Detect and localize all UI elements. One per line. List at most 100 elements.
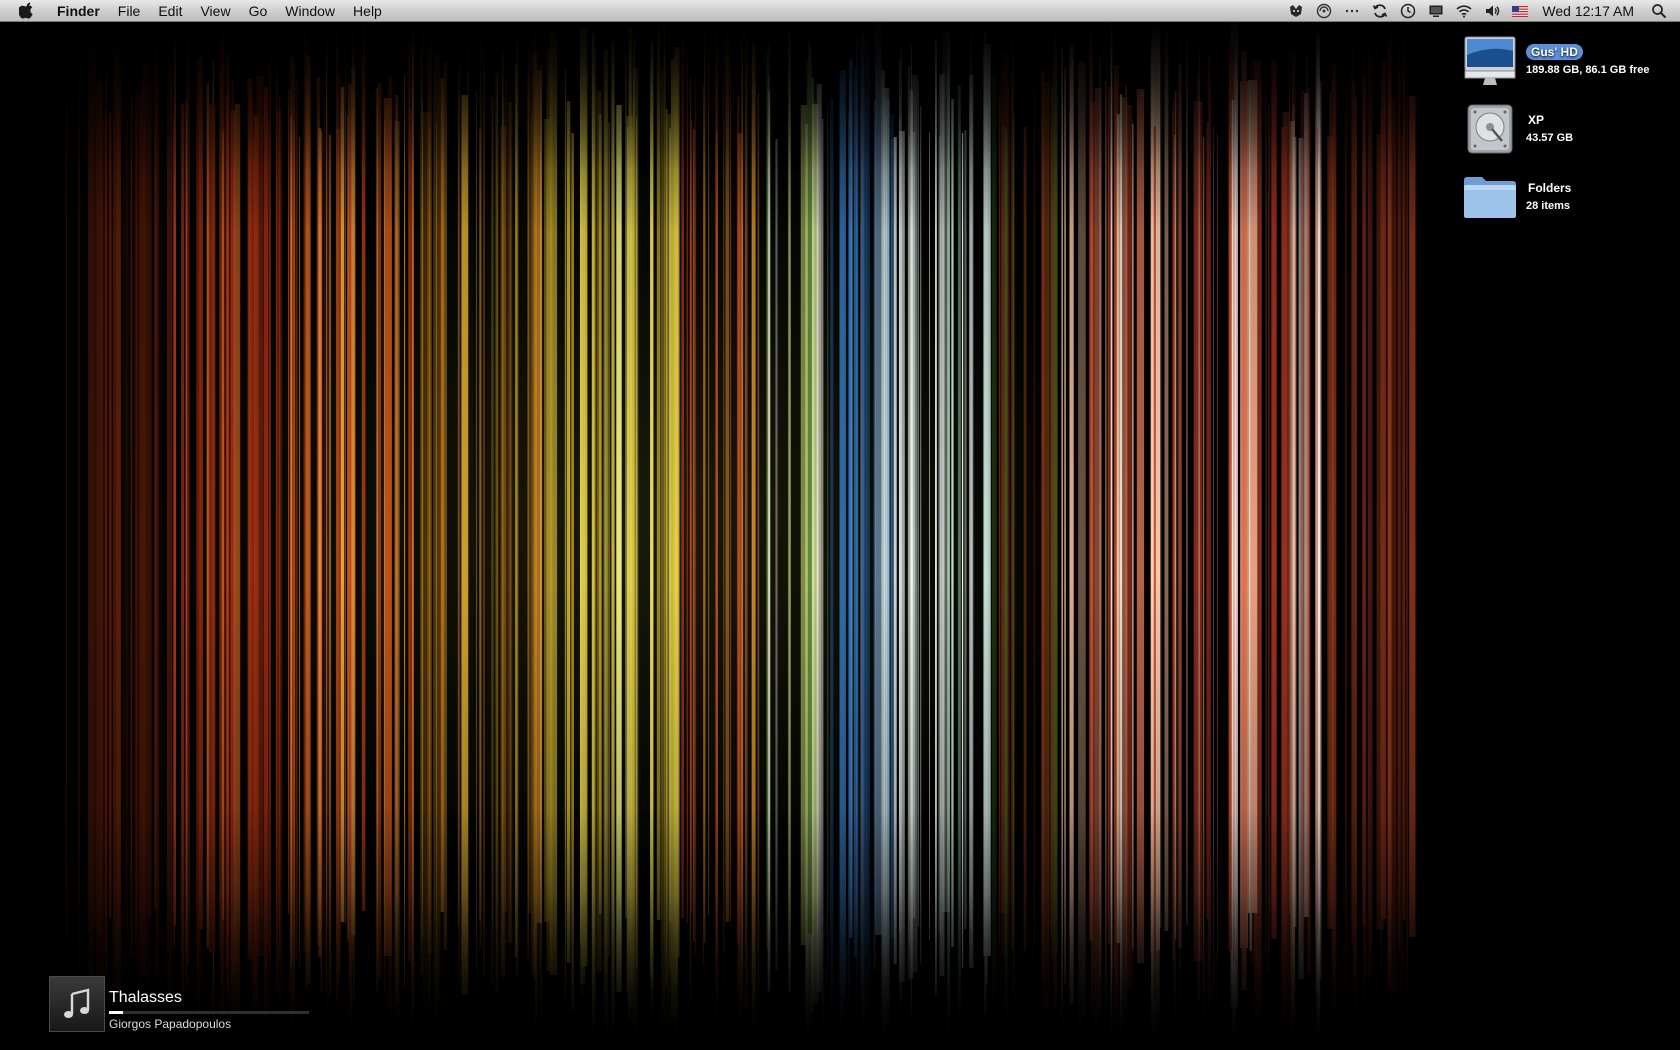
wallpaper-stripe bbox=[1368, 136, 1371, 970]
wallpaper-stripe bbox=[566, 101, 571, 963]
wallpaper-stripe bbox=[703, 85, 704, 966]
apple-menu-icon[interactable] bbox=[19, 2, 35, 19]
wallpaper-stripe bbox=[181, 104, 185, 1014]
wallpaper-stripe bbox=[161, 50, 163, 988]
wallpaper-stripe bbox=[491, 97, 494, 983]
wallpaper-stripe bbox=[681, 27, 684, 918]
wallpaper-stripe bbox=[1013, 85, 1015, 1024]
wallpaper-stripe bbox=[862, 98, 868, 956]
wallpaper-stripe bbox=[730, 49, 732, 927]
wallpaper-stripe bbox=[225, 95, 229, 969]
menu-help[interactable]: Help bbox=[344, 0, 391, 22]
wallpaper-stripe bbox=[295, 80, 298, 961]
menu-finder[interactable]: Finder bbox=[49, 0, 109, 22]
wallpaper-stripe bbox=[500, 126, 506, 977]
desktop-icon-gus-hd[interactable]: Gus' HD 189.88 GB, 86.1 GB free bbox=[1462, 32, 1672, 90]
menu-window[interactable]: Window bbox=[276, 0, 344, 22]
wallpaper-stripe bbox=[1300, 90, 1305, 952]
time-machine-icon[interactable] bbox=[1397, 0, 1419, 22]
wallpaper-stripe bbox=[1004, 133, 1008, 1046]
wallpaper-stripe bbox=[1317, 129, 1318, 935]
desktop-icon-folders[interactable]: Folders 28 items bbox=[1462, 168, 1672, 226]
display-icon[interactable] bbox=[1425, 0, 1447, 22]
wallpaper-stripe bbox=[1041, 72, 1043, 1016]
wallpaper-stripe bbox=[891, 139, 893, 961]
menu-edit[interactable]: Edit bbox=[149, 0, 191, 22]
wallpaper-stripe bbox=[830, 98, 834, 1039]
wallpaper-stripe bbox=[66, 96, 67, 950]
volume-icon[interactable] bbox=[1481, 0, 1503, 22]
wallpaper-stripe bbox=[1156, 33, 1158, 1028]
wallpaper-stripe bbox=[959, 126, 961, 1031]
wallpaper-stripe bbox=[268, 39, 271, 1039]
wallpaper-stripe bbox=[814, 138, 816, 1004]
wallpaper-stripe bbox=[77, 77, 80, 1037]
music-note-icon bbox=[64, 988, 90, 1018]
wallpaper-stripe bbox=[912, 132, 916, 918]
wallpaper-stripe bbox=[185, 112, 187, 950]
wallpaper-stripe bbox=[1033, 28, 1035, 986]
menu-go[interactable]: Go bbox=[240, 0, 277, 22]
wallpaper-stripe bbox=[421, 89, 423, 990]
wallpaper-stripe bbox=[596, 91, 602, 972]
dots-icon[interactable] bbox=[1341, 0, 1363, 22]
now-playing-widget[interactable]: Thalasses Giorgos Papadopoulos bbox=[49, 974, 309, 1034]
wallpaper-stripe bbox=[384, 121, 385, 992]
wallpaper-stripe bbox=[1216, 133, 1218, 1023]
wallpaper-stripe bbox=[256, 76, 264, 956]
wallpaper-stripe bbox=[1402, 33, 1406, 920]
wallpaper-stripes bbox=[66, 20, 1416, 1050]
wallpaper-stripe bbox=[708, 50, 710, 915]
wallpaper-stripe bbox=[113, 64, 117, 986]
desktop-icon-xp[interactable]: XP 43.57 GB bbox=[1462, 100, 1672, 158]
wallpaper-stripe bbox=[744, 32, 748, 1011]
menu-file[interactable]: File bbox=[109, 0, 150, 22]
wifi-icon[interactable] bbox=[1453, 0, 1475, 22]
wallpaper-stripe bbox=[766, 51, 769, 950]
wallpaper-stripe bbox=[917, 79, 919, 926]
wallpaper-stripe bbox=[507, 102, 513, 943]
spotlight-search-icon[interactable] bbox=[1648, 0, 1670, 22]
menu-view[interactable]: View bbox=[191, 0, 239, 22]
album-art[interactable] bbox=[49, 976, 105, 1032]
wallpaper-stripe bbox=[306, 55, 311, 984]
wallpaper-stripe bbox=[1351, 40, 1354, 943]
menu-clock[interactable]: Wed 12:17 AM bbox=[1534, 0, 1644, 22]
wallpaper-stripe bbox=[377, 83, 382, 979]
wallpaper-stripe bbox=[105, 28, 107, 1047]
sync-icon[interactable] bbox=[1369, 0, 1391, 22]
us-flag-icon[interactable] bbox=[1509, 0, 1531, 22]
sync-ball-icon[interactable] bbox=[1313, 0, 1335, 22]
wallpaper-stripe bbox=[628, 26, 632, 1021]
wallpaper-stripe bbox=[661, 69, 663, 1022]
wallpaper-stripe bbox=[457, 91, 460, 926]
wallpaper-stripe bbox=[742, 27, 743, 1045]
wallpaper-stripe bbox=[408, 42, 411, 961]
wallpaper-stripe bbox=[616, 105, 622, 992]
wallpaper-stripe bbox=[632, 101, 634, 988]
wallpaper-stripe bbox=[1331, 64, 1337, 1013]
icon-info-gus-hd: 189.88 GB, 86.1 GB free bbox=[1526, 64, 1650, 76]
wallpaper-stripe bbox=[288, 90, 290, 914]
wallpaper-stripe bbox=[123, 126, 125, 931]
track-title: Thalasses bbox=[109, 989, 182, 1006]
wallpaper-stripe bbox=[1293, 137, 1297, 927]
icon-label-xp: XP bbox=[1528, 113, 1545, 127]
wallpaper-stripe bbox=[686, 58, 688, 923]
wallpaper-stripe bbox=[920, 106, 922, 964]
wallpaper-stripe bbox=[1233, 32, 1235, 963]
wallpaper-stripe bbox=[340, 87, 345, 922]
wallpaper-stripe bbox=[1213, 126, 1214, 1014]
wallpaper-stripe bbox=[907, 66, 911, 980]
wallpaper-stripe bbox=[725, 29, 730, 922]
wallpaper-stripe bbox=[1153, 126, 1156, 999]
wallpaper-stripe bbox=[929, 132, 930, 940]
track-progress-bar[interactable] bbox=[109, 1011, 309, 1014]
wallpaper-stripe bbox=[608, 123, 610, 957]
wallpaper-stripe bbox=[134, 95, 143, 969]
wallpaper-stripe bbox=[816, 84, 822, 992]
wallpaper-stripe bbox=[1206, 123, 1209, 919]
growl-icon[interactable] bbox=[1285, 0, 1307, 22]
wallpaper-stripe bbox=[1369, 44, 1373, 978]
wallpaper-stripe bbox=[689, 78, 692, 1023]
